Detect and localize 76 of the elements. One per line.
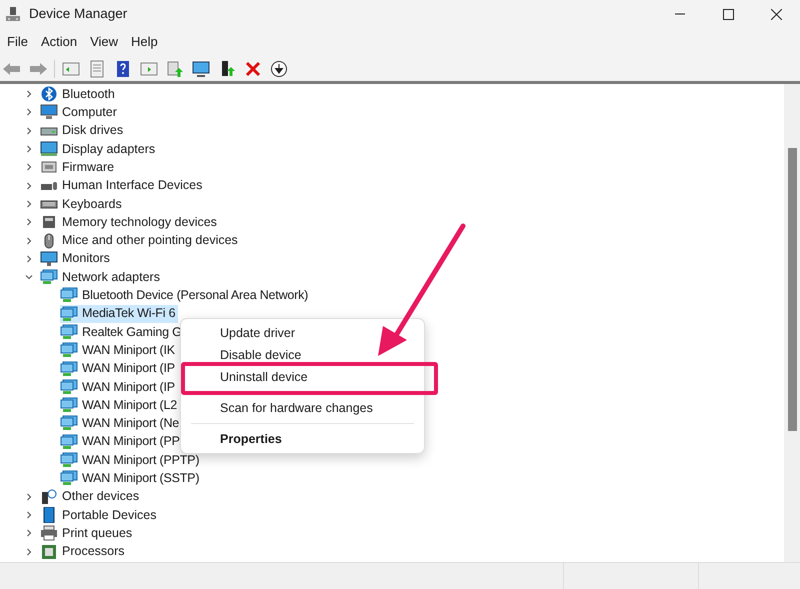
- unknown-device-icon: [40, 488, 58, 505]
- context-menu-item[interactable]: Disable device: [220, 348, 302, 362]
- tree-item[interactable]: Human Interface Devices: [62, 176, 202, 196]
- menu-item[interactable]: File: [2, 32, 33, 52]
- scan-hardware-icon[interactable]: [191, 60, 211, 78]
- network-adapter-icon: [60, 360, 78, 377]
- remove-icon[interactable]: [243, 60, 263, 78]
- memory-card-icon: [40, 214, 58, 230]
- device-name: Bluetooth Device (Personal Area Network): [82, 287, 308, 304]
- tree-item[interactable]: WAN Miniport (IK: [60, 341, 178, 360]
- processor-icon: [40, 544, 58, 560]
- window-title: Device Manager: [29, 4, 128, 23]
- tree-item[interactable]: Portable Devices: [62, 506, 156, 524]
- device-name: WAN Miniport (L2: [82, 396, 177, 414]
- tree-item[interactable]: Processors: [62, 542, 125, 561]
- tree-item[interactable]: Display adapters: [62, 140, 156, 158]
- bluetooth-icon: [40, 86, 58, 102]
- tree-item[interactable]: Print queues: [62, 524, 132, 543]
- device-name: WAN Miniport (PP: [82, 433, 180, 450]
- download-icon[interactable]: [269, 60, 289, 78]
- device-name: WAN Miniport (SSTP): [82, 470, 200, 488]
- device-name: WAN Miniport (IP: [82, 378, 175, 396]
- network-adapter-icon: [60, 470, 78, 486]
- tree-item[interactable]: WAN Miniport (PPTP): [60, 450, 202, 470]
- tree-item[interactable]: WAN Miniport (Ne: [60, 414, 182, 433]
- tree-item[interactable]: Monitors: [62, 249, 110, 268]
- context-menu-item[interactable]: Scan for hardware changes: [220, 401, 373, 415]
- network-adapter-icon: [60, 397, 78, 414]
- network-adapter-icon: [60, 324, 78, 340]
- tree-item[interactable]: WAN Miniport (PP: [60, 432, 183, 451]
- firmware-icon: [40, 159, 58, 176]
- device-name: WAN Miniport (Ne: [82, 415, 180, 432]
- menu-item[interactable]: Action: [36, 32, 82, 52]
- device-manager-icon: [5, 6, 21, 22]
- tree-item[interactable]: WAN Miniport (L2: [60, 396, 180, 414]
- context-menu-item[interactable]: Properties: [220, 432, 282, 446]
- tree-item[interactable]: WAN Miniport (IP: [60, 359, 178, 378]
- tree-item[interactable]: Computer: [62, 103, 117, 122]
- menu-item[interactable]: View: [85, 32, 124, 52]
- device-name: MediaTek Wi-Fi 6: [82, 305, 176, 322]
- tree-item[interactable]: Other devices: [62, 487, 140, 506]
- menu-item[interactable]: Help: [126, 32, 163, 52]
- network-adapter-icon: [60, 434, 78, 450]
- tree-item[interactable]: Keyboards: [62, 194, 122, 214]
- network-adapter-icon: [60, 306, 78, 322]
- device-name: WAN Miniport (PPTP): [82, 452, 200, 469]
- tree-item[interactable]: MediaTek Wi-Fi 6: [60, 304, 178, 323]
- network-adapter-icon: [60, 378, 78, 395]
- tree-item[interactable]: Mice and other pointing devices: [62, 231, 238, 250]
- scrollbar-thumb[interactable]: [788, 148, 797, 431]
- update-driver-icon[interactable]: [165, 60, 185, 78]
- printer-icon: [40, 525, 58, 542]
- tree-item[interactable]: Network adapters: [62, 268, 160, 286]
- tree-item[interactable]: Bluetooth Device (Personal Area Network): [60, 286, 312, 305]
- network-adapter-icon: [60, 452, 78, 468]
- network-adapter-icon: [60, 415, 78, 432]
- network-adapter-icon: [40, 269, 58, 286]
- tree-item[interactable]: WAN Miniport (IP: [60, 378, 178, 396]
- device-name: WAN Miniport (IP: [82, 360, 175, 378]
- tree-item[interactable]: Memory technology devices: [62, 212, 217, 232]
- context-menu-item[interactable]: Update driver: [220, 326, 296, 340]
- tree-item[interactable]: Bluetooth: [62, 84, 115, 104]
- action-pane-icon[interactable]: [139, 60, 159, 78]
- network-adapter-icon: [60, 287, 78, 304]
- device-name: WAN Miniport (IK: [82, 342, 175, 359]
- monitor-icon: [40, 250, 58, 267]
- maximize-icon: [722, 8, 734, 20]
- computer-icon: [40, 104, 58, 120]
- display-adapter-icon: [40, 141, 58, 158]
- context-menu-item[interactable]: Uninstall device: [220, 370, 308, 384]
- console-tree-icon[interactable]: [61, 60, 81, 78]
- network-adapter-icon: [60, 342, 78, 358]
- tree-item[interactable]: Disk drives: [62, 121, 124, 140]
- tree-item[interactable]: WAN Miniport (SSTP): [60, 469, 202, 488]
- tree-item[interactable]: Firmware: [62, 158, 114, 177]
- close-icon: [770, 8, 782, 20]
